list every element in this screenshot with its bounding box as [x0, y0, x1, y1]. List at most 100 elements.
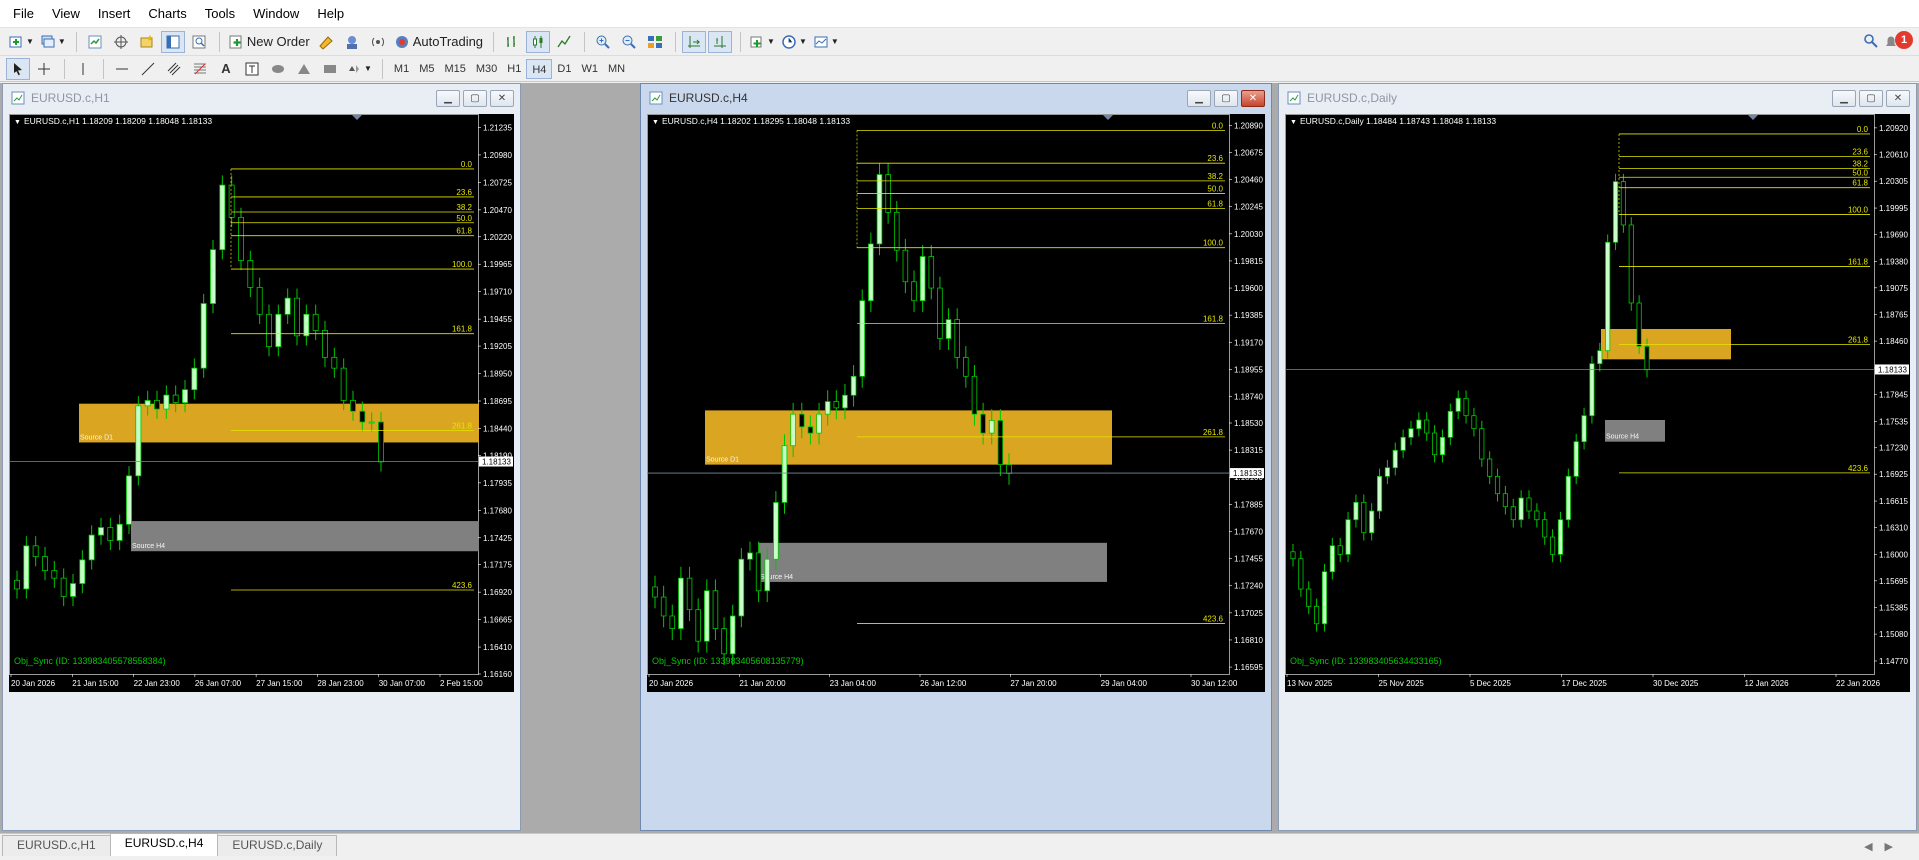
x-tick-label: 22 Jan 2026 [1836, 679, 1881, 688]
obj-sync-label: Obj_Sync (ID: 133983405578558384) [14, 656, 166, 666]
crosshair-button[interactable] [32, 58, 56, 80]
window-titlebar[interactable]: EURUSD.c,Daily [1279, 84, 1916, 112]
timeframe-mn-button[interactable]: MN [603, 59, 630, 79]
bull-candle [284, 297, 291, 315]
bear-candle [712, 590, 719, 629]
triangle-button[interactable] [292, 58, 316, 80]
ellipse-button[interactable] [266, 58, 290, 80]
tile-windows-button[interactable] [643, 31, 667, 53]
zoom-out-button[interactable] [617, 31, 641, 53]
fibo-level-label: 261.8 [1848, 336, 1869, 345]
price-chart-h4[interactable]: Source D1Source H40.023.638.250.061.8100… [647, 114, 1265, 692]
maximize-button[interactable]: ▢ [463, 90, 487, 107]
candlestick-button[interactable] [526, 30, 551, 53]
timeframe-h1-button[interactable]: H1 [502, 59, 526, 79]
profiles-button[interactable]: ▼ [38, 31, 68, 53]
menu-insert[interactable]: Insert [89, 0, 140, 28]
templates-button[interactable]: ▼ [811, 31, 841, 53]
cursor-button[interactable] [6, 57, 30, 80]
new-order-button[interactable]: New Order [226, 31, 312, 53]
close-icon: ✕ [1893, 93, 1903, 104]
chart-window-daily[interactable]: EURUSD.c,Daily ▁ ▢ ✕ Source H4 0.0 23.6 38.… [1278, 83, 1917, 831]
crosshair-icon [38, 62, 50, 75]
minimize-button[interactable]: ▁ [1187, 90, 1211, 107]
menu-charts[interactable]: Charts [139, 0, 195, 28]
chart-window-h1[interactable]: EURUSD.c,H1 ▁ ▢ ✕ Source D1 Source H4 0.0 2… [2, 83, 521, 831]
menu-file[interactable]: File [4, 0, 43, 28]
text-button[interactable]: A [214, 58, 238, 80]
fibo-level-label: 161.8 [1848, 258, 1869, 267]
minimize-button[interactable]: ▁ [1832, 90, 1856, 107]
autotrading-button[interactable]: AutoTrading [392, 31, 485, 53]
bear-candle [1298, 558, 1304, 590]
bear-candle [893, 211, 900, 251]
metaeditor-button[interactable] [314, 31, 338, 53]
bear-candle [660, 596, 667, 617]
bar-chart-button[interactable] [500, 31, 524, 53]
vertical-line-button[interactable] [71, 58, 95, 80]
timeframe-w1-button[interactable]: W1 [576, 59, 603, 79]
equidistant-channel-button[interactable] [162, 58, 186, 80]
minimize-button[interactable]: ▁ [436, 90, 460, 107]
signal-antenna-icon [371, 37, 384, 46]
menu-view[interactable]: View [43, 0, 89, 28]
data-window-button[interactable] [109, 31, 133, 53]
chart-shift-marker-icon [352, 115, 362, 120]
timeframe-m1-button[interactable]: M1 [389, 59, 414, 79]
timeframe-m30-button[interactable]: M30 [471, 59, 502, 79]
bear-candle [42, 556, 48, 572]
timeframe-d1-button[interactable]: D1 [552, 59, 576, 79]
text-label-button[interactable] [240, 58, 264, 80]
y-tick-label: 1.16310 [1879, 523, 1908, 532]
bull-candle [1612, 181, 1619, 243]
trendline-button[interactable] [136, 58, 160, 80]
zoom-in-button[interactable] [591, 31, 615, 53]
x-tick-label: 30 Jan 07:00 [379, 679, 426, 688]
new-chart-button[interactable]: ▼ [6, 31, 36, 53]
fibonacci-button[interactable] [188, 58, 212, 80]
close-button[interactable]: ✕ [490, 90, 514, 107]
timeframe-m5-button[interactable]: M5 [414, 59, 439, 79]
periods-button[interactable]: ▼ [779, 31, 809, 53]
horizontal-line-button[interactable] [110, 58, 134, 80]
signals-button[interactable] [366, 31, 390, 53]
menu-help[interactable]: Help [308, 0, 353, 28]
x-tick-label: 27 Jan 20:00 [1010, 679, 1057, 688]
arrows-button[interactable]: ▼ [344, 58, 374, 80]
window-titlebar[interactable]: EURUSD.c,H4 [641, 84, 1271, 112]
alert-count-badge[interactable]: 1 [1895, 31, 1913, 49]
timeframe-h4-button[interactable]: H4 [526, 58, 553, 79]
maximize-button[interactable]: ▢ [1859, 90, 1883, 107]
chart-window-h4[interactable]: EURUSD.c,H4 ▁ ▢ ✕ Source D1 Source H4 0.0 2… [640, 83, 1272, 831]
dropdown-arrow-icon: ▼ [57, 37, 66, 46]
market-watch-button[interactable] [83, 31, 107, 53]
strategy-tester-button[interactable] [187, 31, 211, 53]
bear-candle [1620, 181, 1626, 226]
chart-shift-marker-icon [1748, 115, 1758, 120]
rectangle-button[interactable] [318, 58, 342, 80]
indicators-button[interactable]: ▼ [747, 31, 777, 53]
tab-eurusd-h1[interactable]: EURUSD.c,H1 [2, 835, 111, 856]
tab-scroll-arrows[interactable]: ◀▶ [1864, 840, 1905, 853]
tab-eurusd-daily[interactable]: EURUSD.c,Daily [217, 835, 338, 856]
close-button[interactable]: ✕ [1886, 90, 1910, 107]
price-chart-h1[interactable]: Source D1 Source H4 0.0 23.6 38.2 50.0 61.8 100… [9, 114, 514, 692]
tab-eurusd-h4[interactable]: EURUSD.c,H4 [109, 833, 219, 856]
bull-candle [116, 523, 123, 541]
menu-tools[interactable]: Tools [196, 0, 244, 28]
terminal-button[interactable] [160, 30, 185, 53]
bear-candle [322, 330, 328, 358]
autoscroll-button[interactable] [682, 30, 707, 53]
line-chart-button[interactable] [552, 31, 576, 53]
y-tick-label: 1.17680 [483, 506, 512, 515]
navigator-button[interactable] [135, 31, 159, 53]
price-chart-daily[interactable]: Source H4 0.0 23.6 38.250.0 61.8 100.0 161.8 26… [1285, 114, 1910, 692]
experts-button[interactable] [340, 31, 364, 53]
timeframe-m15-button[interactable]: M15 [439, 59, 470, 79]
maximize-button[interactable]: ▢ [1214, 90, 1238, 107]
search-icon[interactable] [1863, 33, 1879, 52]
market-watch-icon [88, 35, 102, 48]
menu-window[interactable]: Window [244, 0, 308, 28]
close-button[interactable]: ✕ [1241, 90, 1265, 107]
chart-shift-button[interactable] [708, 30, 733, 53]
